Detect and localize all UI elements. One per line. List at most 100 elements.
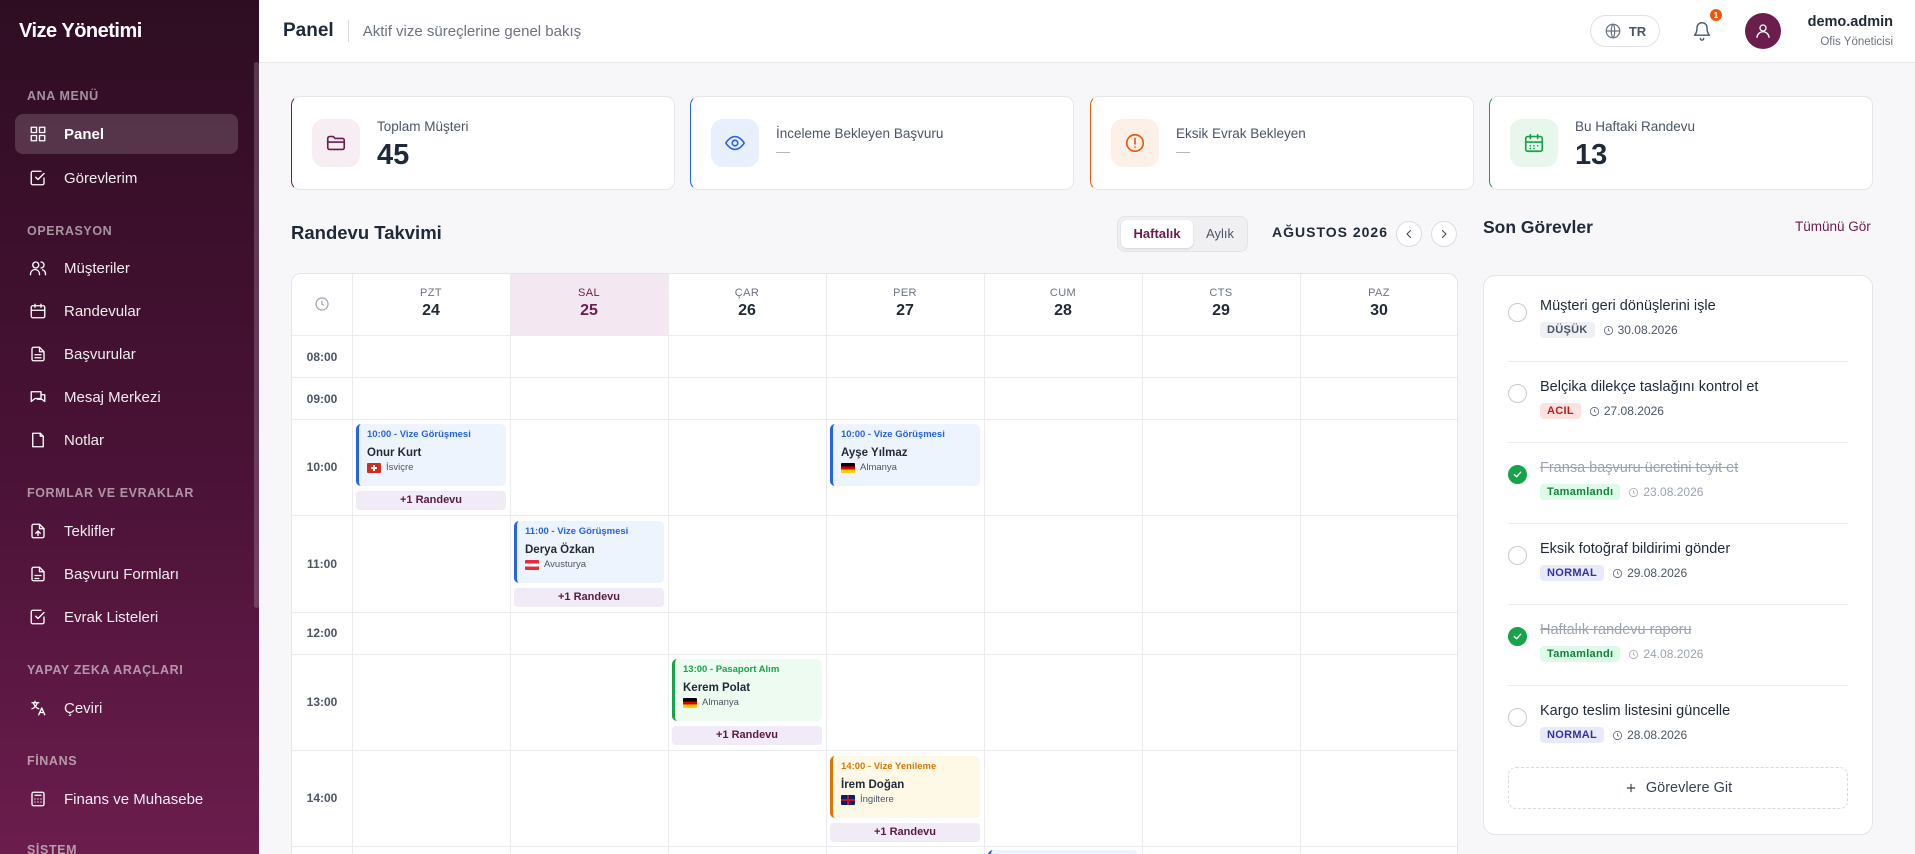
stat-card-total-customers[interactable]: Toplam Müşteri 45 (291, 96, 675, 190)
status-badge: Tamamlandı (1540, 646, 1621, 662)
stat-card-missing-docs[interactable]: Eksik Evrak Bekleyen — (1090, 96, 1474, 190)
grid-line (292, 750, 1457, 751)
appointment-time: 10:00 - Vize Görüşmesi (841, 429, 945, 440)
task-checkbox[interactable] (1508, 627, 1527, 646)
day-name: PZT (420, 287, 442, 299)
task-checkbox[interactable] (1508, 384, 1527, 403)
page-title: Panel (283, 20, 334, 41)
time-label: 10:00 (306, 460, 338, 474)
recent-tasks-panel: Müşteri geri dönüşlerini işle DÜŞÜK 30.0… (1483, 275, 1873, 835)
appointment-card[interactable]: 10:00 - Vize Görüşmesi Onur Kurt İsviçre (356, 424, 506, 486)
section-operations: OPERASYON (27, 224, 113, 238)
task-title: Fransa başvuru ücretini teyit et (1540, 460, 1739, 476)
sidebar-item-translation[interactable]: Çeviri (15, 688, 238, 728)
sidebar-item-label: Panel (64, 125, 105, 143)
grid-line (292, 419, 1457, 420)
day-date: 24 (422, 302, 440, 319)
appointment-client: İrem Doğan (841, 779, 905, 791)
flag-uk-icon (841, 794, 855, 805)
stat-value: — (776, 143, 790, 159)
sidebar-scrollbar[interactable] (254, 62, 259, 608)
day-name: PER (893, 287, 917, 299)
grid-line (292, 335, 1457, 336)
view-all-tasks-link[interactable]: Tümünü Gör (1795, 219, 1871, 234)
stat-card-weekly-appointments[interactable]: Bu Haftaki Randevu 13 (1489, 96, 1873, 190)
language-switcher[interactable]: TR (1590, 15, 1660, 47)
task-date: 29.08.2026 (1627, 566, 1688, 580)
appointment-client: Derya Özkan (525, 544, 595, 556)
divider (1508, 523, 1848, 524)
sidebar-item-label: Başvuru Formları (64, 565, 180, 583)
stat-card-pending-review[interactable]: İnceleme Bekleyen Başvuru — (690, 96, 1074, 190)
day-header-sat[interactable]: CTS 29 (1142, 274, 1300, 335)
task-date: 27.08.2026 (1603, 404, 1664, 418)
task-checkbox[interactable] (1508, 465, 1527, 484)
prev-week-button[interactable] (1396, 221, 1422, 247)
appointment-card[interactable]: 14:00 - Vize Yenileme İrem Doğan İngilte… (830, 756, 980, 818)
sidebar-item-tasks[interactable]: Görevlerim (15, 158, 238, 198)
sidebar-item-finance[interactable]: Finans ve Muhasebe (15, 779, 238, 819)
sidebar-item-application-forms[interactable]: Başvuru Formları (15, 554, 238, 594)
day-header-sun[interactable]: PAZ 30 (1300, 274, 1457, 335)
sidebar-item-message-center[interactable]: Mesaj Merkezi (15, 377, 238, 417)
next-week-button[interactable] (1431, 221, 1457, 247)
sidebar-item-offers[interactable]: Teklifler (15, 511, 238, 551)
user-icon (1756, 24, 1770, 38)
day-header-mon[interactable]: PZT 24 (352, 274, 510, 335)
day-header-tue[interactable]: SAL 25 (510, 274, 668, 335)
more-appointments-button[interactable]: +1 Randevu (672, 726, 822, 745)
sidebar-item-document-lists[interactable]: Evrak Listeleri (15, 597, 238, 637)
task-meta: DÜŞÜK 30.08.2026 (1540, 322, 1678, 338)
sidebar-item-label: Notlar (64, 431, 105, 449)
view-weekly-button[interactable]: Haftalık (1121, 220, 1193, 248)
divider (1508, 604, 1848, 605)
time-label: 12:00 (306, 626, 338, 640)
time-label: 14:00 (306, 791, 338, 805)
task-checkbox[interactable] (1508, 708, 1527, 727)
avatar[interactable] (1745, 13, 1781, 49)
appointment-card[interactable]: 10:00 - Vize Görüşmesi Ayşe Yılmaz Alman… (830, 424, 980, 486)
task-checkbox[interactable] (1508, 303, 1527, 322)
more-appointments-button[interactable]: +1 Randevu (830, 823, 980, 842)
day-header-wed[interactable]: ÇAR 26 (668, 274, 826, 335)
task-checkbox[interactable] (1508, 546, 1527, 565)
sidebar-item-customers[interactable]: Müşteriler (15, 248, 238, 288)
sidebar-item-applications[interactable]: Başvurular (15, 334, 238, 374)
priority-badge: NORMAL (1540, 565, 1605, 581)
appointment-time: 10:00 - Vize Görüşmesi (367, 429, 471, 440)
more-appointments-button[interactable]: +1 Randevu (356, 491, 506, 510)
file-export-icon (28, 521, 48, 541)
appointment-country: Almanya (841, 462, 980, 473)
file-text-icon (28, 344, 48, 364)
sidebar-item-label: Çeviri (64, 699, 103, 717)
more-appointments-button[interactable]: +1 Randevu (514, 588, 664, 607)
sidebar-item-notes[interactable]: Notlar (15, 420, 238, 460)
view-monthly-button[interactable]: Aylık (1194, 220, 1246, 248)
sidebar-item-appointments[interactable]: Randevular (15, 291, 238, 331)
calendar-title: Randevu Takvimi (291, 222, 442, 243)
appointment-card[interactable]: 11:00 - Vize Görüşmesi Derya Özkan Avust… (514, 521, 664, 583)
grid-line (668, 274, 669, 854)
country-name: Almanya (860, 462, 897, 473)
grid-line (292, 846, 1457, 847)
day-header-fri[interactable]: CUM 28 (984, 274, 1142, 335)
go-to-tasks-button[interactable]: Görevlere Git (1508, 767, 1848, 809)
calculator-icon (28, 789, 48, 809)
appointment-country: Almanya (683, 697, 822, 708)
brand-logo[interactable]: Vize Yönetimi (0, 0, 259, 62)
user-name[interactable]: demo.admin (1793, 14, 1893, 30)
task-meta: Tamamlandı 24.08.2026 (1540, 646, 1703, 662)
appointment-card[interactable]: 13:00 - Pasaport Alım Kerem Polat Almany… (672, 659, 822, 721)
task-title: Müşteri geri dönüşlerini işle (1540, 298, 1716, 314)
section-system: SİSTEM (27, 843, 78, 854)
clock-icon (314, 296, 330, 312)
day-header-thu[interactable]: PER 27 (826, 274, 984, 335)
sidebar-item-panel[interactable]: Panel (15, 114, 238, 154)
top-header: Panel Aktif vize süreçlerine genel bakış (259, 0, 1915, 63)
clock-icon (1612, 568, 1623, 578)
check-icon (1513, 471, 1522, 478)
flag-austria-icon (525, 559, 539, 570)
appointment-card[interactable] (988, 850, 1138, 854)
users-icon (28, 258, 48, 278)
grid-line (292, 377, 1457, 378)
